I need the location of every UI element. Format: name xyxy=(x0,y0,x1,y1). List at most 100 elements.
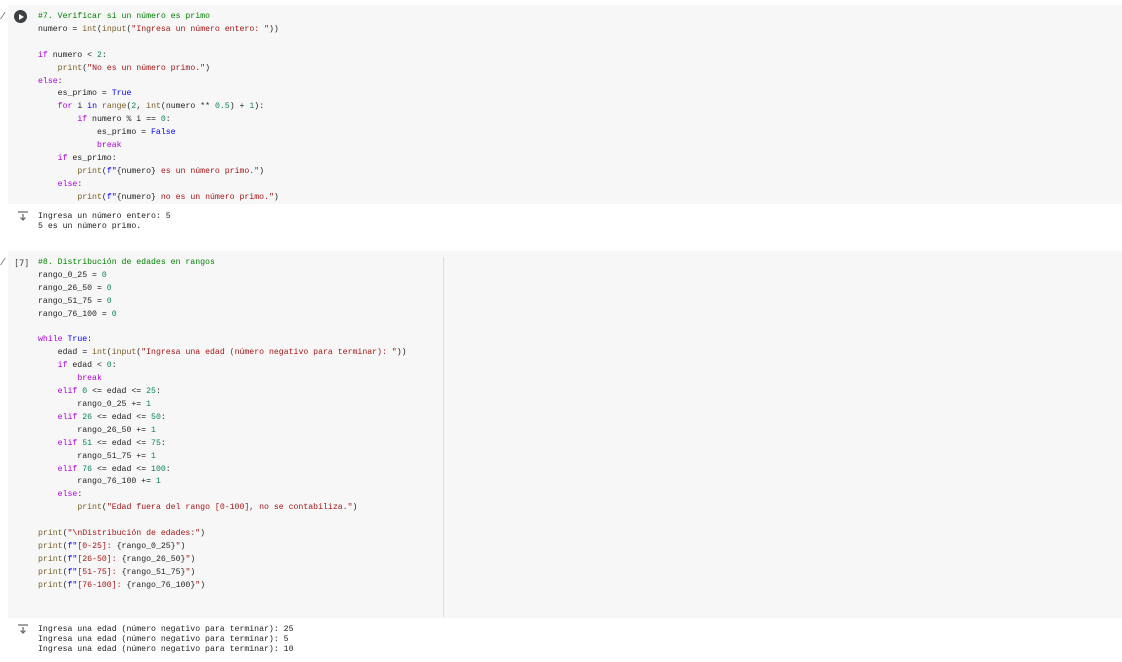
code-token: numero % i == xyxy=(87,115,161,125)
code-line: print(f"[0-25]: {rango_0_25}") xyxy=(38,541,443,554)
code-token: rango_26_50 = xyxy=(38,283,107,293)
code-line: elif 26 <= edad <= 50: xyxy=(38,412,443,425)
code-token: {rango_51_75} xyxy=(121,567,186,577)
code-line: es_primo = False xyxy=(38,127,279,140)
code-editor[interactable]: #7. Verificar si un número es primo numer… xyxy=(38,11,279,205)
code-token: "\nDistribución de edades:" xyxy=(67,529,201,539)
code-token: else xyxy=(57,490,78,500)
output-toggle-icon[interactable] xyxy=(17,624,29,634)
code-token: : xyxy=(101,50,107,60)
code-line: print(f"[51-75]: {rango_51_75}") xyxy=(38,567,443,580)
code-token: break xyxy=(96,141,122,151)
code-token: rango_0_25 = xyxy=(38,270,102,280)
code-token: for xyxy=(57,102,73,112)
code-token: edad < xyxy=(67,361,107,371)
code-line: while True: xyxy=(38,334,443,347)
code-token: rango_26_50 += xyxy=(38,425,152,435)
code-token: ) xyxy=(352,503,358,513)
code-token: if xyxy=(57,361,68,371)
code-token: #7. Verificar si un número es primo xyxy=(38,12,210,21)
code-line: print("No es un número primo.") xyxy=(38,63,279,76)
code-token: 1 xyxy=(151,425,156,435)
code-token: ) + xyxy=(229,102,250,112)
code-token: else xyxy=(57,179,78,189)
code-token: "Edad fuera del rango [0-100], no se con… xyxy=(106,503,353,513)
code-line: break xyxy=(38,373,443,386)
code-token: print xyxy=(38,529,63,539)
code-token: while xyxy=(38,335,63,345)
code-token: ) xyxy=(200,580,206,590)
code-token: print xyxy=(38,541,63,551)
code-token: f" xyxy=(67,567,78,577)
code-line: if es_primo: xyxy=(38,153,279,166)
code-token: rango_51_75 = xyxy=(38,296,107,306)
code-token: [51-75]: xyxy=(77,567,122,577)
code-token: : xyxy=(160,412,166,422)
code-token: i xyxy=(72,102,88,112)
code-token: ) xyxy=(190,567,196,577)
output-text: Ingresa un número entero: 5 5 es un núme… xyxy=(38,212,171,231)
code-token: f" xyxy=(67,580,78,590)
code-token: : xyxy=(57,76,63,86)
code-line: rango_51_75 += 1 xyxy=(38,451,443,464)
code-line: es_primo = True xyxy=(38,88,279,101)
code-line: for i in range(2, int(numero ** 0.5) + 1… xyxy=(38,101,279,114)
code-token: 75 xyxy=(151,438,161,448)
code-token: )) xyxy=(268,24,279,34)
code-token: : xyxy=(165,464,171,474)
code-cell-1[interactable]: ⁄ #7. Verificar si un número es primo num… xyxy=(2,5,1122,205)
code-token: f" xyxy=(106,192,117,202)
cell-output-2: Ingresa una edad (número negativo para t… xyxy=(8,622,1122,662)
code-token: : xyxy=(155,387,161,397)
output-toggle-icon[interactable] xyxy=(17,211,29,221)
code-line: rango_51_75 = 0 xyxy=(38,296,443,309)
code-token: f" xyxy=(67,541,78,551)
code-cell-2[interactable]: ⁄ [7] #8. Distribución de edades en rang… xyxy=(2,251,1122,618)
code-token: rango_0_25 += xyxy=(38,399,147,409)
code-token: <= edad <= xyxy=(92,464,152,474)
code-line: break xyxy=(38,140,279,153)
code-token: else xyxy=(38,76,58,86)
code-line: elif 51 <= edad <= 75: xyxy=(38,438,443,451)
code-editor[interactable]: #8. Distribución de edades en rangos rang… xyxy=(38,257,444,617)
code-token: if xyxy=(77,115,88,125)
code-token: {rango_76_100} xyxy=(126,580,196,590)
code-token: 0.5 xyxy=(214,102,230,112)
code-token: es_primo = xyxy=(38,89,112,99)
code-token: input xyxy=(101,24,127,34)
code-token: no es un número primo." xyxy=(155,192,274,202)
code-token: print xyxy=(77,192,102,202)
code-token: 26 xyxy=(82,412,93,422)
code-token: es un número primo." xyxy=(155,166,260,176)
code-token: [0-25]: xyxy=(77,541,117,551)
code-line: rango_0_25 = 0 xyxy=(38,270,443,283)
code-line: #8. Distribución de edades en rangos xyxy=(38,257,443,270)
code-token: print xyxy=(57,63,83,73)
cell-edge-mark: ⁄ xyxy=(2,257,4,268)
code-line: edad = int(input("Ingresa una edad (núme… xyxy=(38,347,443,360)
run-cell-button[interactable] xyxy=(14,10,27,23)
code-line: rango_26_50 += 1 xyxy=(38,425,443,438)
code-line: elif 0 <= edad <= 25: xyxy=(38,386,443,399)
code-token: 0 xyxy=(106,283,112,293)
code-token: 1 xyxy=(155,477,161,487)
code-token: ) xyxy=(190,554,196,564)
code-token: rango_76_100 = xyxy=(38,309,112,319)
code-token: elif xyxy=(57,438,78,448)
code-token: ): xyxy=(254,102,265,112)
code-token: in xyxy=(87,102,97,112)
code-token: <= edad <= xyxy=(92,438,152,448)
code-token: {numero} xyxy=(116,166,156,176)
code-token: {numero} xyxy=(116,192,156,202)
code-token: es_primo = xyxy=(38,128,152,138)
